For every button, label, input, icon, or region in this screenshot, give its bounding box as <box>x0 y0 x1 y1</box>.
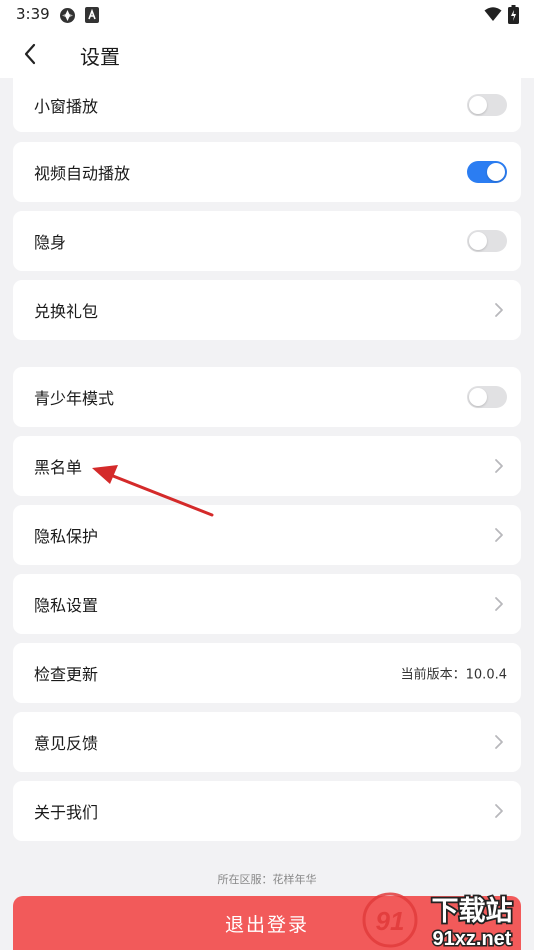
setting-row-blacklist[interactable]: 黑名单 <box>13 436 521 496</box>
setting-label: 意见反馈 <box>34 734 99 753</box>
setting-label: 黑名单 <box>34 458 83 477</box>
setting-label: 兑换礼包 <box>34 302 99 321</box>
battery-icon <box>508 5 519 28</box>
page-title: 设置 <box>80 45 120 69</box>
toggle-knob <box>469 96 487 114</box>
setting-row-check-update[interactable]: 检查更新 当前版本：10.0.4 <box>13 643 521 703</box>
setting-label: 小窗播放 <box>34 97 99 116</box>
setting-row-redeem[interactable]: 兑换礼包 <box>13 280 521 340</box>
wifi-icon <box>484 6 502 26</box>
setting-label: 隐私保护 <box>34 527 99 546</box>
setting-row-privacy-settings[interactable]: 隐私设置 <box>13 574 521 634</box>
setting-label: 青少年模式 <box>34 389 115 408</box>
app-header: 设置 <box>0 30 534 78</box>
sync-icon <box>59 7 76 28</box>
setting-row-privacy-protect[interactable]: 隐私保护 <box>13 505 521 565</box>
teen-mode-toggle[interactable] <box>467 386 507 408</box>
autoplay-toggle[interactable] <box>467 161 507 183</box>
toggle-knob <box>487 163 505 181</box>
pip-toggle[interactable] <box>467 94 507 116</box>
toggle-knob <box>469 232 487 250</box>
app-notification-icon <box>85 7 99 27</box>
setting-row-about[interactable]: 关于我们 <box>13 781 521 841</box>
chevron-right-icon <box>495 804 503 818</box>
current-version-text: 当前版本：10.0.4 <box>400 667 507 683</box>
setting-label: 视频自动播放 <box>34 164 131 183</box>
setting-row-autoplay: 视频自动播放 <box>13 142 521 202</box>
setting-row-feedback[interactable]: 意见反馈 <box>13 712 521 772</box>
setting-label: 隐身 <box>34 233 67 252</box>
chevron-right-icon <box>495 303 503 317</box>
server-region-text: 所在区服：花样年华 <box>217 873 317 886</box>
status-bar: 3:39 <box>0 0 534 30</box>
status-time: 3:39 <box>16 5 50 23</box>
setting-label: 检查更新 <box>34 665 99 684</box>
logout-label: 退出登录 <box>224 913 309 936</box>
logout-button[interactable]: 退出登录 <box>13 896 521 950</box>
chevron-right-icon <box>495 597 503 611</box>
chevron-right-icon <box>495 735 503 749</box>
chevron-right-icon <box>495 459 503 473</box>
chevron-right-icon <box>495 528 503 542</box>
setting-row-pip: 小窗播放 <box>13 78 521 132</box>
toggle-knob <box>469 388 487 406</box>
back-button[interactable] <box>14 38 46 70</box>
setting-row-invisible: 隐身 <box>13 211 521 271</box>
invisible-toggle[interactable] <box>467 230 507 252</box>
back-arrow-icon <box>24 43 36 65</box>
setting-row-teen-mode: 青少年模式 <box>13 367 521 427</box>
setting-label: 隐私设置 <box>34 596 99 615</box>
setting-label: 关于我们 <box>34 803 99 822</box>
